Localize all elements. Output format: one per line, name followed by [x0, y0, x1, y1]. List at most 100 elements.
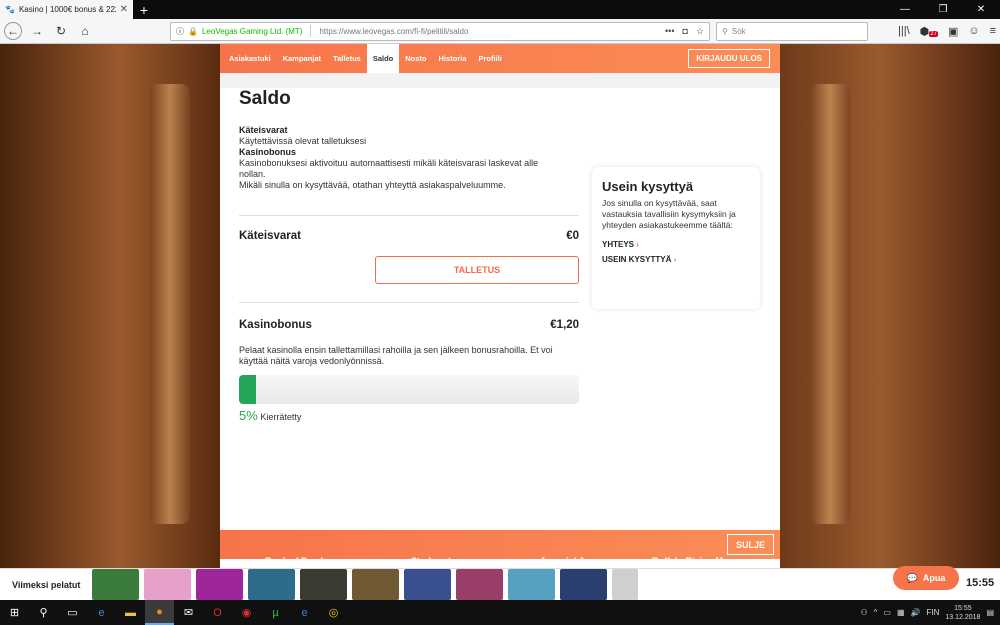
game-titles: Book of Dead Starburst Jammin' Jars Buff…: [0, 556, 1000, 568]
task-view-icon[interactable]: ▭: [58, 600, 87, 625]
edge-icon[interactable]: e: [87, 600, 116, 625]
page-title: Saldo: [239, 88, 291, 109]
reload-icon[interactable]: ↻: [52, 22, 70, 40]
help-button[interactable]: 💬 Apua: [893, 566, 959, 590]
bonus-wagering-text: Pelaat kasinolla ensin tallettamillasi r…: [239, 345, 553, 366]
network-icon[interactable]: ▦: [897, 608, 905, 617]
contact-text: Mikäli sinulla on kysyttävää, otathan yh…: [239, 180, 506, 190]
game-thumbnail[interactable]: [144, 569, 191, 600]
notifications-icon[interactable]: ▤: [986, 608, 994, 617]
forward-icon[interactable]: →: [28, 22, 46, 40]
firefox-icon[interactable]: ●: [145, 600, 174, 625]
nav-profiili[interactable]: Profiili: [472, 44, 507, 73]
game-thumbnail[interactable]: [92, 569, 139, 600]
battery-icon[interactable]: ▭: [883, 608, 891, 617]
contact-link[interactable]: YHTEYS ›: [602, 240, 750, 249]
faq-link[interactable]: USEIN KYSYTTYÄ ›: [602, 255, 750, 264]
nav-kampanjat[interactable]: Kampanjat: [277, 44, 327, 73]
utorrent-icon[interactable]: µ: [261, 600, 290, 625]
language-indicator[interactable]: FIN: [927, 608, 940, 617]
system-tray: ⚇ ^ ▭ ▦ 🔊 FIN 15:55 13.12.2018 ▤: [860, 604, 1000, 622]
minimize-icon[interactable]: —: [886, 4, 924, 15]
close-tab-icon[interactable]: ✕: [120, 4, 128, 15]
browser-tab[interactable]: 🐾 Kasino | 1000€ bonus & 222 ilm ✕: [0, 0, 133, 19]
home-icon[interactable]: ⌂: [76, 22, 94, 40]
faq-link-label: USEIN KYSYTTYÄ: [602, 255, 672, 264]
browser-nav-bar: ← → ↻ ⌂ ⓘ 🔒 LeoVegas Gaming Ltd. (MT) ht…: [0, 19, 1000, 44]
taskbar-time: 15:55: [954, 604, 972, 612]
game-title[interactable]: Book of Dead: [265, 556, 323, 566]
sidebar-icon[interactable]: ▣: [948, 25, 958, 38]
divider: [239, 215, 579, 216]
contact-link-label: YHTEYS: [602, 240, 635, 249]
game-thumbnail[interactable]: [456, 569, 503, 600]
search-placeholder: Sök: [731, 26, 746, 36]
logout-button[interactable]: KIRJAUDU ULOS: [688, 49, 770, 68]
nav-saldo[interactable]: Saldo: [366, 44, 400, 73]
wagering-label: Kierrätetty: [260, 412, 302, 422]
recently-played-label: Viimeksi pelatut: [12, 579, 81, 590]
taskbar-clock[interactable]: 15:55 13.12.2018: [945, 604, 980, 622]
site-identity[interactable]: LeoVegas Gaming Ltd. (MT): [202, 27, 303, 36]
emoji-icon[interactable]: ☺: [968, 25, 979, 37]
game-thumbnail[interactable]: [300, 569, 347, 600]
game-thumbnail[interactable]: [352, 569, 399, 600]
nav-asiakastuki[interactable]: Asiakastuki: [223, 44, 277, 73]
new-tab-button[interactable]: +: [133, 2, 155, 18]
game-title[interactable]: Jammin' Jars: [540, 556, 597, 566]
people-icon[interactable]: ⚇: [860, 608, 867, 617]
url-bar[interactable]: ⓘ 🔒 LeoVegas Gaming Ltd. (MT) https://ww…: [170, 21, 710, 41]
help-label: Apua: [922, 573, 946, 583]
vivaldi-icon[interactable]: ◉: [232, 600, 261, 625]
game-title[interactable]: Buffalo Rising Megaways: [652, 556, 761, 566]
close-button[interactable]: SULJE: [726, 534, 774, 555]
close-window-icon[interactable]: ✕: [962, 4, 1000, 15]
search-input[interactable]: ⚲ Sök: [716, 21, 868, 41]
game-title[interactable]: Starburst: [411, 556, 451, 566]
extension-icon[interactable]: ⬢27: [920, 25, 938, 38]
nav-nosto[interactable]: Nosto: [399, 44, 432, 73]
game-thumbnail[interactable]: [248, 569, 295, 600]
account-nav: Asiakastuki Kampanjat Talletus Saldo Nos…: [220, 44, 780, 73]
nav-talletus[interactable]: Talletus: [327, 44, 367, 73]
file-explorer-icon[interactable]: ▬: [116, 600, 145, 625]
wagering-progress-text: 5% Kierrätetty: [239, 408, 761, 423]
background-pillar-left: [150, 84, 190, 524]
ie-icon[interactable]: e: [290, 600, 319, 625]
game-thumbnail[interactable]: [196, 569, 243, 600]
wagering-progress-bar: [239, 375, 579, 404]
game-thumbnail[interactable]: [612, 569, 638, 600]
wagering-progress-fill: [239, 375, 256, 404]
chevron-right-icon: ›: [673, 255, 677, 264]
deposit-button[interactable]: TALLETUS: [375, 256, 579, 284]
page-content: Asiakastuki Kampanjat Talletus Saldo Nos…: [0, 44, 1000, 600]
restore-icon[interactable]: ❐: [924, 4, 962, 15]
info-icon[interactable]: ⓘ: [176, 26, 184, 37]
bonus-label: Kasinobonus: [239, 319, 312, 331]
faq-card: Usein kysyttyä Jos sinulla on kysyttävää…: [592, 167, 760, 309]
opera-icon[interactable]: O: [203, 600, 232, 625]
tray-chevron-icon[interactable]: ^: [874, 608, 878, 617]
game-thumbnail[interactable]: [560, 569, 607, 600]
page-actions-icon[interactable]: •••: [665, 26, 674, 37]
game-thumbnail[interactable]: [404, 569, 451, 600]
url-text[interactable]: https://www.leovegas.com/fi-fi/pelitili/…: [319, 27, 661, 36]
volume-icon[interactable]: 🔊: [911, 608, 921, 617]
cash-label: Käteisvarat: [239, 230, 302, 242]
game-thumbnail[interactable]: [508, 569, 555, 600]
bonus-heading: Kasinobonus: [239, 147, 297, 157]
nav-historia[interactable]: Historia: [433, 44, 473, 73]
modal-footer: SULJE: [220, 530, 780, 559]
library-icon[interactable]: |||\: [898, 25, 910, 37]
windows-start-icon[interactable]: ⊞: [0, 600, 29, 625]
cash-row: Käteisvarat €0: [239, 230, 579, 242]
bookmark-star-icon[interactable]: ☆: [696, 26, 704, 37]
modal-body: Saldo Käteisvarat Käytettävissä olevat t…: [220, 88, 780, 577]
lock-icon: 🔒: [188, 26, 198, 36]
back-icon[interactable]: ←: [4, 22, 22, 40]
pocket-icon[interactable]: ◘: [682, 26, 687, 37]
search-icon[interactable]: ⚲: [29, 600, 58, 625]
mail-icon[interactable]: ✉: [174, 600, 203, 625]
chrome-icon[interactable]: ◎: [319, 600, 348, 625]
menu-icon[interactable]: ≡: [990, 25, 996, 37]
